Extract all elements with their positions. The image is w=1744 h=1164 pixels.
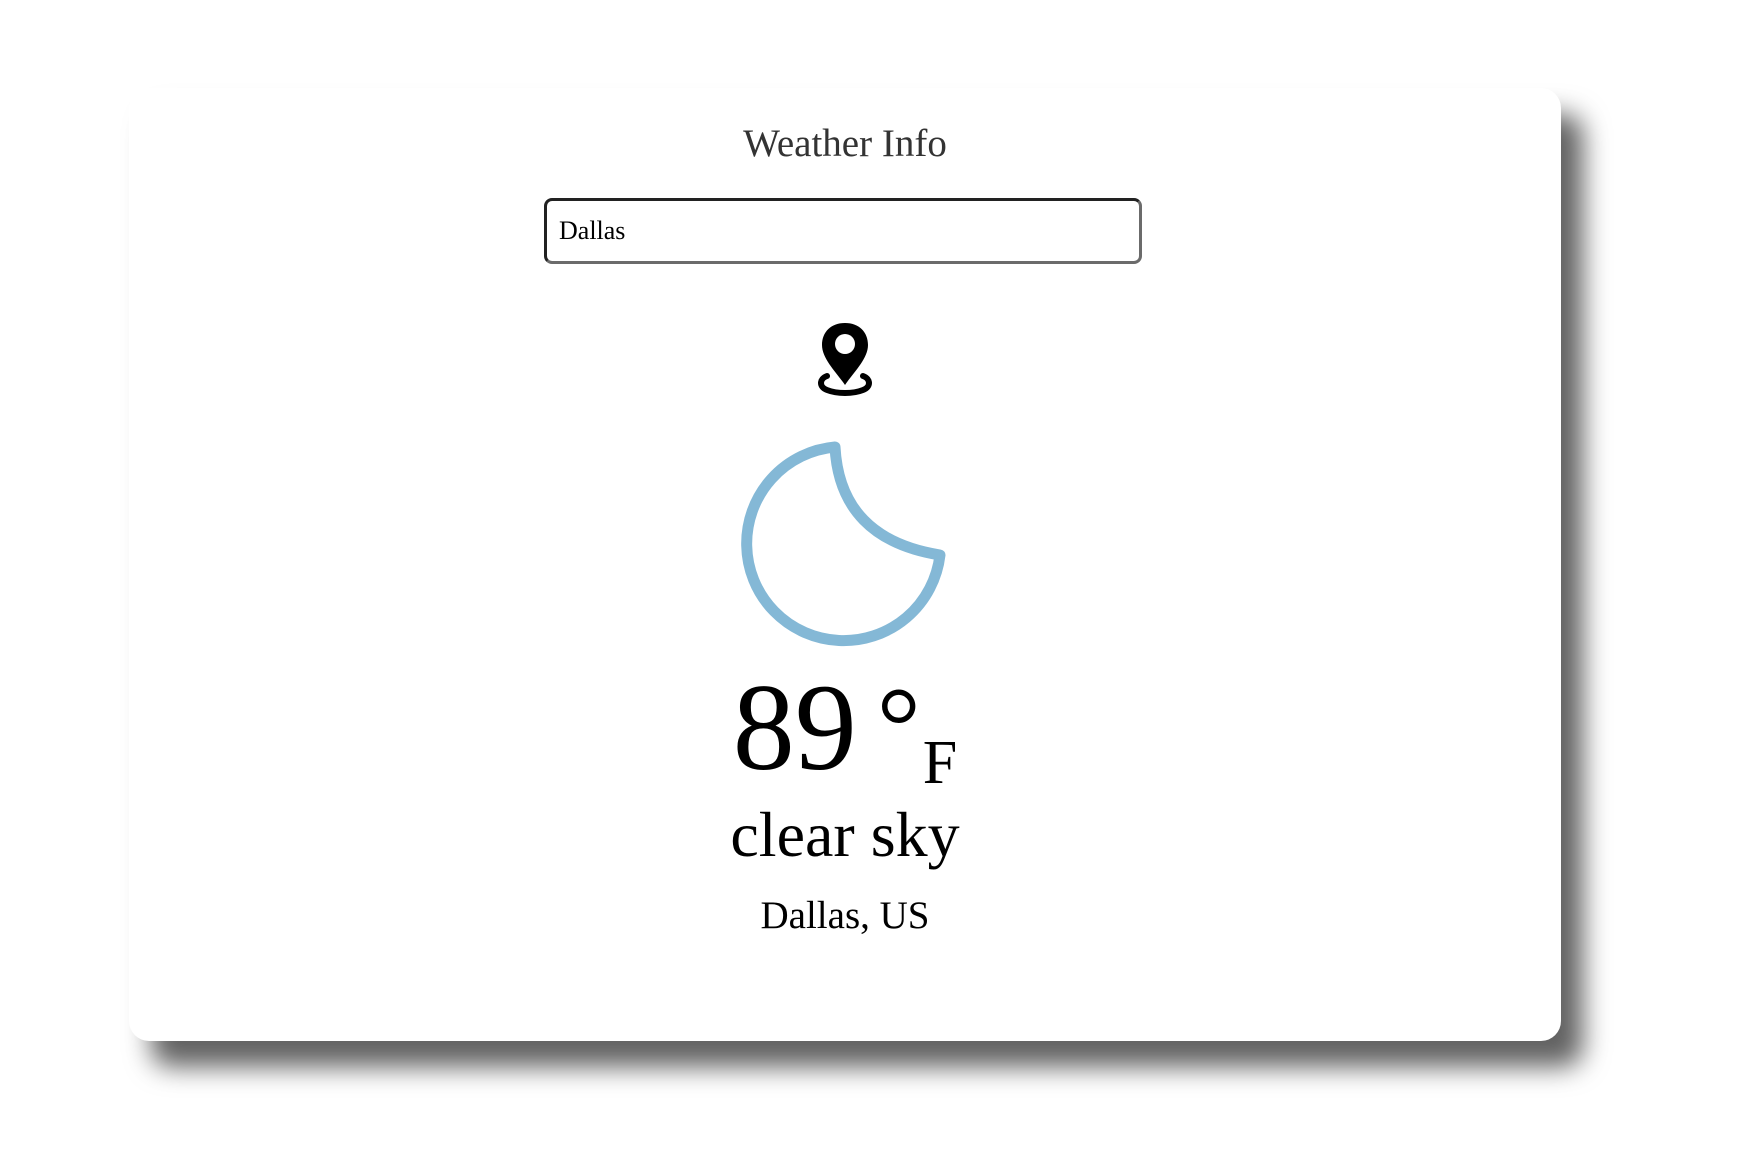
temperature-unit: F <box>922 729 958 797</box>
location-pin-icon[interactable] <box>815 319 875 397</box>
city-search-input[interactable] <box>544 198 1142 264</box>
page-title: Weather Info <box>743 122 947 165</box>
temperature-value: 89 <box>732 659 857 796</box>
crescent-moon-icon <box>740 439 950 649</box>
degree-symbol: ° <box>876 665 921 787</box>
weather-card: Weather Info 89°F clear sky Dallas, US <box>129 88 1561 1041</box>
temperature-display: 89 °F <box>129 665 1561 795</box>
location-label: Dallas, US <box>760 894 930 937</box>
weather-description: clear sky <box>730 799 960 870</box>
